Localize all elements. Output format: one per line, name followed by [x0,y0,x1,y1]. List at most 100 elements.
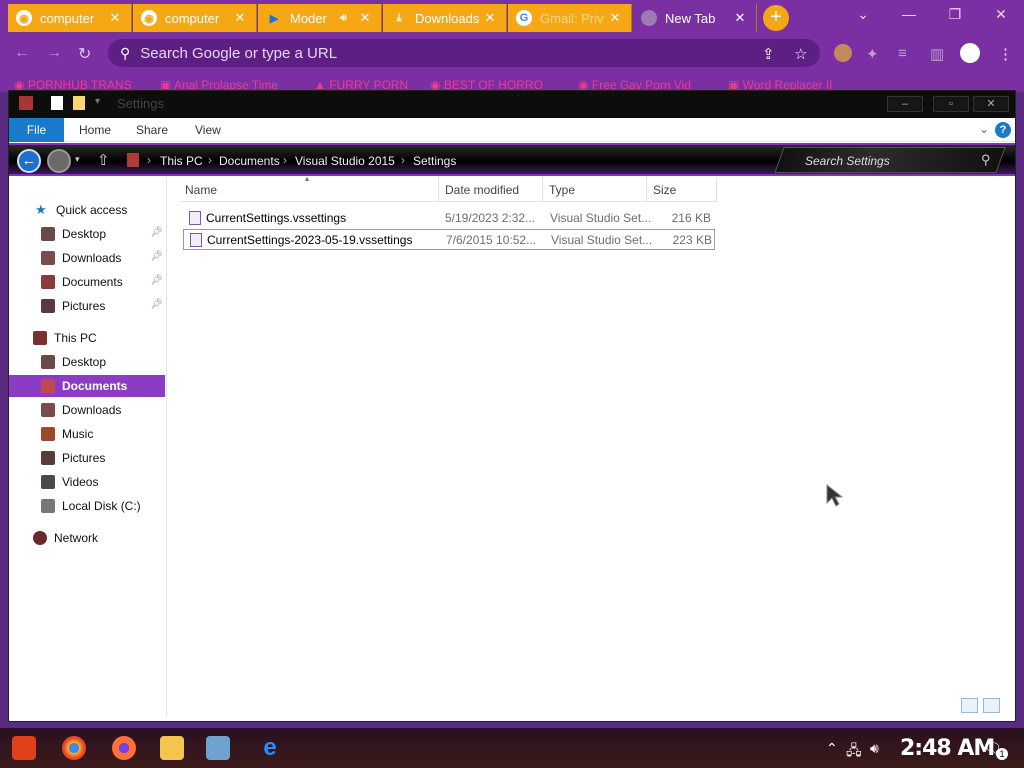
network[interactable]: Network [9,527,167,549]
browser-tab-2[interactable]: ◉ computer ✕ [133,4,257,32]
help-icon[interactable]: ? [995,122,1011,138]
sidebar-item-pc-documents[interactable]: Documents [9,375,165,397]
avatar[interactable] [960,43,980,63]
tab-home[interactable]: Home [79,123,111,137]
column-header-size[interactable]: Size [647,177,717,201]
back-icon[interactable]: ← [14,44,30,62]
close-icon[interactable]: ✕ [732,10,748,26]
up-arrow-icon[interactable]: ⇧ [97,151,110,169]
media-icon[interactable]: ≡ [898,45,907,62]
close-icon[interactable]: ✕ [232,10,248,26]
start-icon[interactable] [12,736,36,760]
desktop-icon [41,227,55,241]
browser-tab-5[interactable]: G Gmail: Priv ✕ [508,4,632,32]
network-tray-icon[interactable]: 🖧︎ [846,740,862,764]
close-button[interactable]: ✕ [973,96,1009,112]
quick-access[interactable]: ★ Quick access [9,199,167,221]
column-header-name[interactable]: Name [179,177,439,201]
close-icon[interactable]: ✕ [357,10,373,26]
browser-tab-4[interactable]: ⤓ Downloads ✕ [383,4,507,32]
close-icon[interactable]: ✕ [607,10,623,26]
close-icon[interactable]: ✕ [107,10,123,26]
sidebar-item-pictures[interactable]: Pictures 📌︎ [9,295,167,317]
chevron-down-icon[interactable]: ▾ [95,96,100,107]
minimize-icon[interactable]: — [894,6,924,22]
close-icon[interactable]: ✕ [482,10,498,26]
mouse-cursor-icon [825,483,845,512]
chrome-icon[interactable] [62,736,86,760]
pin-icon[interactable]: 📌︎ [150,251,163,262]
side-panel-icon[interactable]: ▥ [930,45,944,63]
forward-button[interactable] [47,149,71,173]
browser-tab-6[interactable]: New Tab ✕ [633,4,757,32]
column-header-type[interactable]: Type [543,177,647,201]
back-button[interactable]: ← [17,149,41,173]
breadcrumb-separator[interactable]: › [208,153,212,167]
breadcrumb-separator[interactable]: › [283,153,287,167]
recent-locations-icon[interactable]: ▾ [75,154,80,165]
tab-search-icon[interactable]: ⌄ [848,6,878,23]
vssettings-file-icon [189,211,201,225]
new-tab-button[interactable]: + [763,5,789,31]
tab-file[interactable]: File [9,118,64,142]
reload-icon[interactable]: ↻ [78,44,91,64]
sidebar-item-documents[interactable]: Documents 📌︎ [9,271,167,293]
breadcrumb-documents[interactable]: Documents [219,154,280,168]
minimize-button[interactable]: – [887,96,923,112]
this-pc[interactable]: This PC [9,327,167,349]
extensions-icon[interactable]: ✦ [866,45,879,63]
search-icon[interactable]: ⚲ [981,152,991,168]
browser-tab-1[interactable]: ◉ computer ✕ [8,4,132,32]
forward-icon[interactable]: → [46,44,62,62]
share-icon[interactable]: ⇪ [762,45,775,63]
tab-view[interactable]: View [195,123,221,137]
properties-icon[interactable] [51,96,63,110]
sidebar-item-pc-downloads[interactable]: Downloads [9,399,167,421]
breadcrumb-settings[interactable]: Settings [413,154,456,168]
large-icons-view-icon[interactable] [983,698,1000,713]
profile-extension-icon[interactable] [834,44,852,62]
new-folder-icon[interactable] [73,96,85,110]
firefox-icon[interactable] [112,736,136,760]
breadcrumb-this-pc[interactable]: This PC [160,154,203,168]
volume-icon[interactable]: 🔊︎ [870,740,879,757]
sidebar-item-music[interactable]: Music [9,423,167,445]
videos-icon [41,475,55,489]
browser-tab-3[interactable]: ▶ Moder 🔊︎ ✕ [258,4,382,32]
tab-share[interactable]: Share [136,123,168,137]
pin-icon[interactable]: 📌︎ [150,227,163,238]
file-name: CurrentSettings.vssettings [206,211,347,225]
pin-icon[interactable]: 📌︎ [150,299,163,310]
close-window-icon[interactable]: ✕ [986,6,1016,23]
breadcrumb-separator[interactable]: › [401,153,405,167]
show-hidden-icons-icon[interactable]: ⌃ [826,740,838,757]
virtualbox-icon[interactable] [206,736,230,760]
column-header-date-modified[interactable]: Date modified [439,177,543,201]
clock[interactable]: 2:48 AM [900,736,995,761]
tab-title: Downloads [415,10,480,26]
file-explorer-icon[interactable] [160,736,184,760]
browser-tab-strip: ◉ computer ✕ ◉ computer ✕ ▶ Moder 🔊︎ ✕ ⤓… [0,0,1024,36]
omnibox[interactable]: ⚲ Search Google or type a URL [108,39,820,67]
bookmark-star-icon[interactable]: ☆ [794,45,807,63]
expand-ribbon-icon[interactable]: ⌄ [979,122,989,136]
sidebar-item-local-disk[interactable]: Local Disk (C:) [9,495,167,517]
sidebar-item-pc-desktop[interactable]: Desktop [9,351,167,373]
table-row[interactable]: CurrentSettings.vssettings 5/19/2023 2:3… [183,208,715,229]
table-row[interactable]: CurrentSettings-2023-05-19.vssettings 7/… [183,229,715,250]
restore-icon[interactable]: ❐ [940,6,970,23]
maximize-button[interactable]: ▫ [933,96,969,112]
sidebar-item-downloads[interactable]: Downloads 📌︎ [9,247,167,269]
pin-icon[interactable]: 📌︎ [150,275,163,286]
breadcrumb-visual-studio[interactable]: Visual Studio 2015 [295,154,395,168]
documents-folder-icon [127,153,139,167]
sidebar-item-videos[interactable]: Videos [9,471,167,493]
file-explorer-window: ▾ Settings – ▫ ✕ File Home Share View ⌄ … [8,90,1016,722]
details-view-icon[interactable] [961,698,978,713]
breadcrumb-separator[interactable]: › [147,153,151,167]
sidebar-item-desktop[interactable]: Desktop 📌︎ [9,223,167,245]
internet-explorer-icon[interactable]: e [258,736,282,760]
sidebar-item-pictures[interactable]: Pictures [9,447,167,469]
speaker-icon[interactable]: 🔊︎ [340,12,347,25]
menu-icon[interactable]: ⋮ [998,45,1013,63]
